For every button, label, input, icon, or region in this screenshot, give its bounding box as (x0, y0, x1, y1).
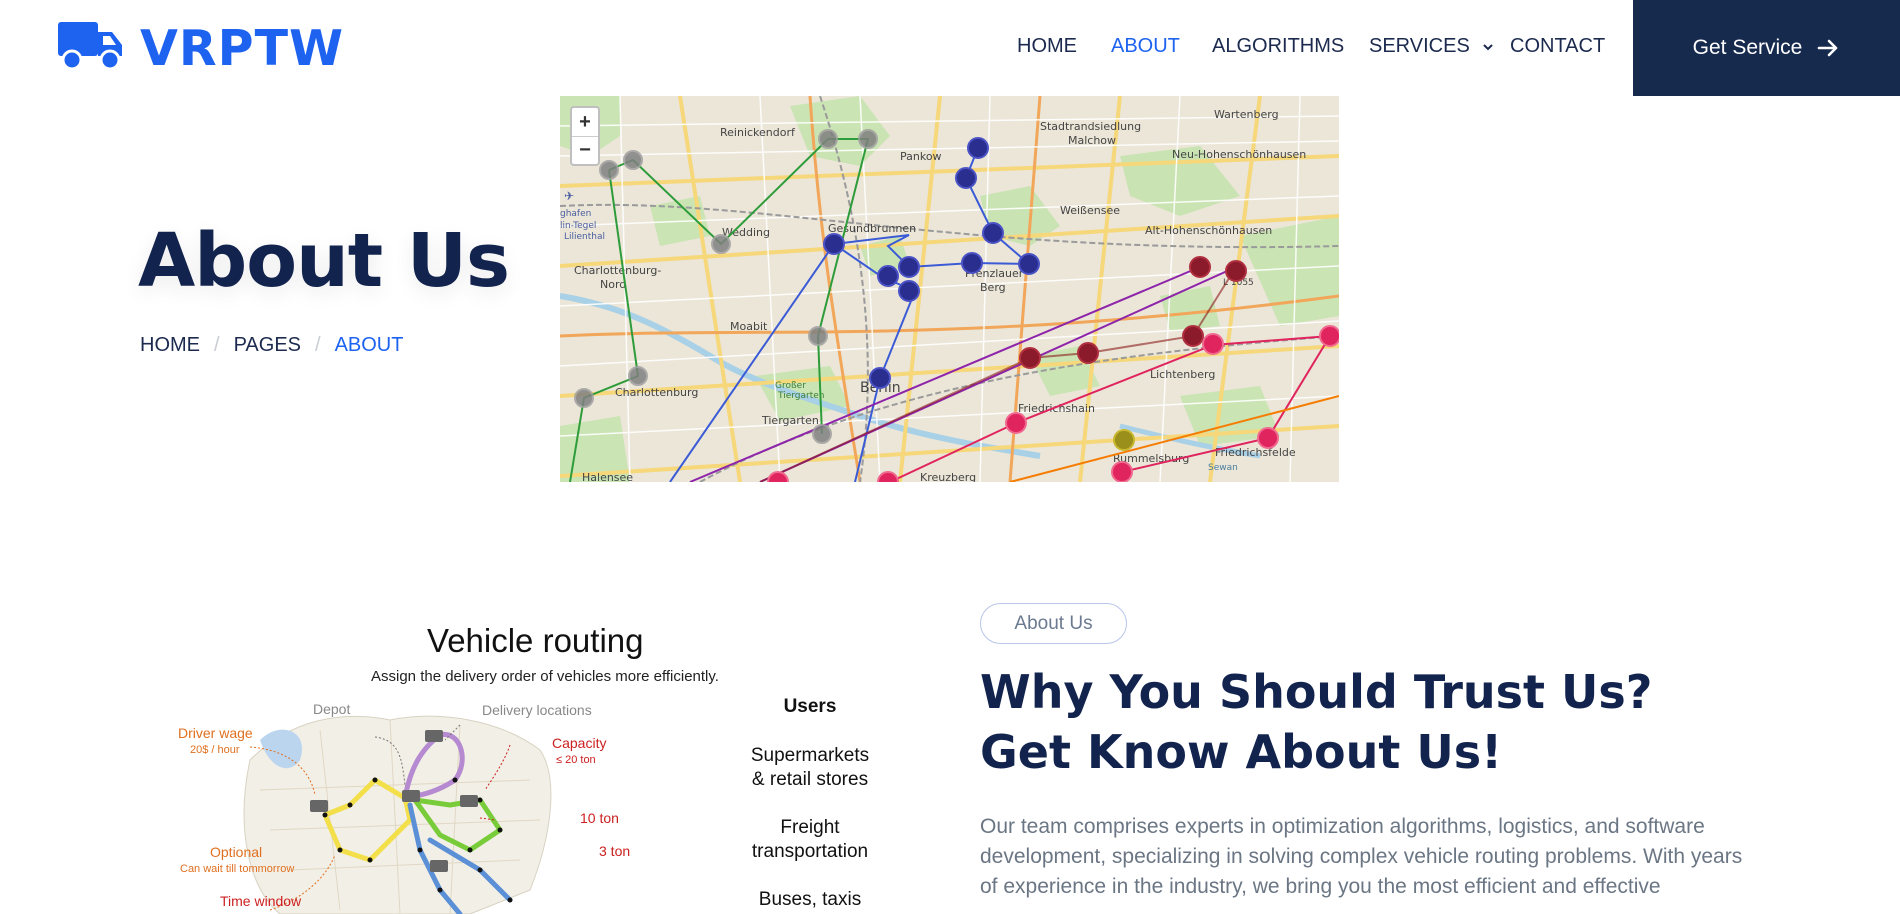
capacity-value: ≤ 20 ton (556, 754, 596, 766)
header: VRPTW HOME ABOUT ALGORITHMS SERVICES CON… (0, 0, 1900, 96)
map-label: Charlottenburg- (574, 264, 661, 277)
nav-home[interactable]: HOME (1017, 35, 1077, 58)
about-heading: Why You Should Trust Us? Get Know About … (980, 665, 1653, 779)
map-label: Sewan (1208, 463, 1238, 473)
map-label: Wartenberg (1214, 108, 1279, 121)
route-map[interactable]: Reinickendorf Pankow Stadtrandsiedlung M… (560, 96, 1339, 482)
map-label: Reinickendorf (720, 126, 796, 139)
vehicle-routing-subtitle: Assign the delivery order of vehicles mo… (371, 668, 719, 685)
truck-icon (58, 18, 124, 79)
map-label: Charlottenburg (615, 386, 698, 399)
map-label: Halensee (582, 471, 633, 482)
map-label: Moabit (730, 320, 768, 333)
zoom-out-button[interactable]: − (572, 136, 598, 164)
time-window-label: Time window (220, 893, 302, 909)
nav-algorithms[interactable]: ALGORITHMS (1212, 35, 1344, 58)
get-service-button[interactable]: Get Service (1633, 0, 1900, 96)
depot-label: Depot (313, 701, 350, 717)
nav-services-label: SERVICES (1369, 35, 1470, 57)
nav-contact[interactable]: CONTACT (1510, 35, 1605, 58)
map-label: Gesundbrunnen (828, 222, 916, 235)
vehicle-routing-title: Vehicle routing (427, 622, 644, 659)
page-title: About Us (138, 218, 510, 304)
map-zoom-control: + − (570, 106, 600, 166)
users-item: Buses, taxis (758, 889, 862, 910)
optional-label: Optional (210, 844, 262, 860)
users-header: Users (783, 696, 837, 717)
about-paragraph: Our team comprises experts in optimizati… (980, 815, 1743, 898)
arrow-right-icon (1818, 39, 1838, 57)
optional-note: Can wait till tommorrow (180, 863, 294, 875)
vehicle-routing-illustration: Depot Delivery locations Driver wage 20$… (140, 610, 930, 914)
map-label: Stadtrandsiedlung (1040, 120, 1141, 133)
breadcrumb-pages[interactable]: PAGES (234, 334, 301, 357)
zoom-in-button[interactable]: + (572, 108, 598, 136)
map-label: Tiergarten (777, 391, 825, 401)
airport-icon: ✈ (564, 189, 574, 203)
map-label: ghafen (560, 209, 591, 219)
map-label: Berg (980, 281, 1006, 294)
delivery-locations-label: Delivery locations (482, 702, 592, 718)
chevron-down-icon (1483, 44, 1494, 51)
map-label: Alt-Hohenschönhausen (1145, 224, 1272, 237)
about-us-badge: About Us (980, 603, 1127, 644)
brand-name: VRPTW (140, 20, 345, 77)
breadcrumb-separator: / (315, 334, 321, 356)
map-label: Großer (775, 381, 806, 391)
map-canvas: Reinickendorf Pankow Stadtrandsiedlung M… (560, 96, 1339, 482)
breadcrumb-current: ABOUT (334, 334, 404, 356)
map-label: Neu-Hohenschönhausen (1172, 148, 1306, 161)
map-label: Malchow (1068, 134, 1116, 147)
driver-wage-label: Driver wage (178, 725, 253, 741)
driver-wage-value: 20$ / hour (190, 744, 240, 756)
map-label: Pankow (900, 150, 942, 163)
breadcrumb: HOME / PAGES / ABOUT (140, 334, 403, 357)
map-label: Tiergarten (761, 414, 819, 427)
get-service-label: Get Service (1692, 36, 1803, 59)
users-item: Freight transportation (751, 817, 869, 862)
nav-about[interactable]: ABOUT (1111, 35, 1180, 58)
nav-services[interactable]: SERVICES (1369, 35, 1494, 58)
map-label: lin-Tegel (560, 221, 596, 231)
breadcrumb-home[interactable]: HOME (140, 334, 200, 357)
users-item: Supermarkets & retail stores (750, 745, 870, 790)
brand[interactable]: VRPTW (58, 18, 344, 79)
map-label: Lilienthal (564, 232, 605, 242)
users-list: Users Supermarkets & retail stores Freig… (740, 696, 880, 914)
ton10-label: 10 ton (580, 810, 619, 826)
breadcrumb-separator: / (214, 334, 220, 356)
capacity-label: Capacity (552, 735, 606, 751)
map-label: Nord (600, 278, 626, 291)
ton3-label: 3 ton (599, 843, 630, 859)
map-label: Kreuzberg (920, 471, 976, 482)
map-label: Friedrichshain (1018, 402, 1095, 415)
map-label: Lichtenberg (1150, 368, 1215, 381)
map-label: Weißensee (1060, 204, 1120, 217)
